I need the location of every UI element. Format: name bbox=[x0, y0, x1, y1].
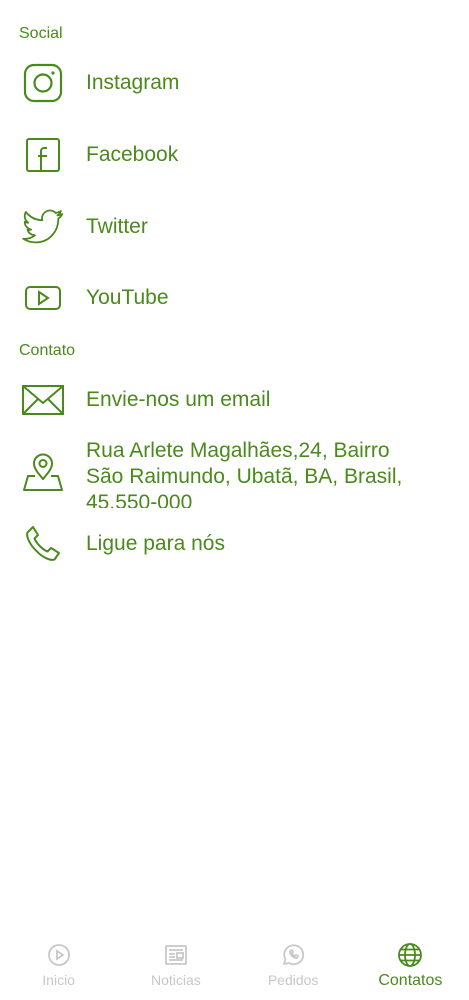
nav-contatos-label: Contatos bbox=[378, 972, 443, 989]
mail-icon bbox=[20, 377, 66, 423]
nav-inicio-label: Inicio bbox=[42, 972, 75, 988]
youtube-icon bbox=[20, 275, 66, 321]
map-pin-icon bbox=[20, 448, 66, 494]
nav-inicio[interactable]: Inicio bbox=[0, 936, 117, 1000]
whatsapp-icon bbox=[280, 942, 306, 968]
youtube-link[interactable]: YouTube bbox=[0, 268, 469, 328]
contacts-page: Social Instagram Facebook Twitter YouTub… bbox=[0, 0, 469, 1000]
facebook-icon bbox=[20, 132, 66, 178]
nav-pedidos-label: Pedidos bbox=[267, 972, 319, 988]
nav-pedidos[interactable]: Pedidos bbox=[235, 936, 352, 1000]
facebook-label: Facebook bbox=[86, 143, 179, 166]
instagram-link[interactable]: Instagram bbox=[0, 53, 469, 113]
nav-noticias-label: Noticias bbox=[150, 972, 201, 988]
section-title-contact: Contato bbox=[19, 342, 76, 359]
phone-link[interactable]: Ligue para nós bbox=[0, 514, 469, 574]
instagram-icon bbox=[20, 60, 66, 106]
email-link[interactable]: Envie-nos um email bbox=[0, 370, 469, 430]
twitter-label: Twitter bbox=[86, 215, 148, 238]
address-label: Rua Arlete Magalhães,24, Bairro São Raim… bbox=[86, 439, 403, 508]
address-link[interactable]: Rua Arlete Magalhães,24, Bairro São Raim… bbox=[0, 436, 469, 510]
section-title-social: Social bbox=[19, 25, 63, 42]
phone-icon bbox=[20, 521, 66, 567]
youtube-label: YouTube bbox=[86, 286, 169, 309]
twitter-icon bbox=[20, 204, 66, 250]
phone-label: Ligue para nós bbox=[86, 532, 225, 555]
nav-contatos[interactable]: Contatos bbox=[352, 936, 469, 1000]
play-icon bbox=[46, 942, 72, 968]
globe-icon bbox=[397, 942, 423, 968]
facebook-link[interactable]: Facebook bbox=[0, 125, 469, 185]
twitter-link[interactable]: Twitter bbox=[0, 197, 469, 257]
email-label: Envie-nos um email bbox=[86, 388, 271, 411]
newspaper-icon bbox=[163, 942, 189, 968]
bottom-navigation: Inicio Noticias Pedidos Contatos bbox=[0, 936, 469, 1000]
instagram-label: Instagram bbox=[86, 71, 180, 94]
nav-noticias[interactable]: Noticias bbox=[117, 936, 234, 1000]
